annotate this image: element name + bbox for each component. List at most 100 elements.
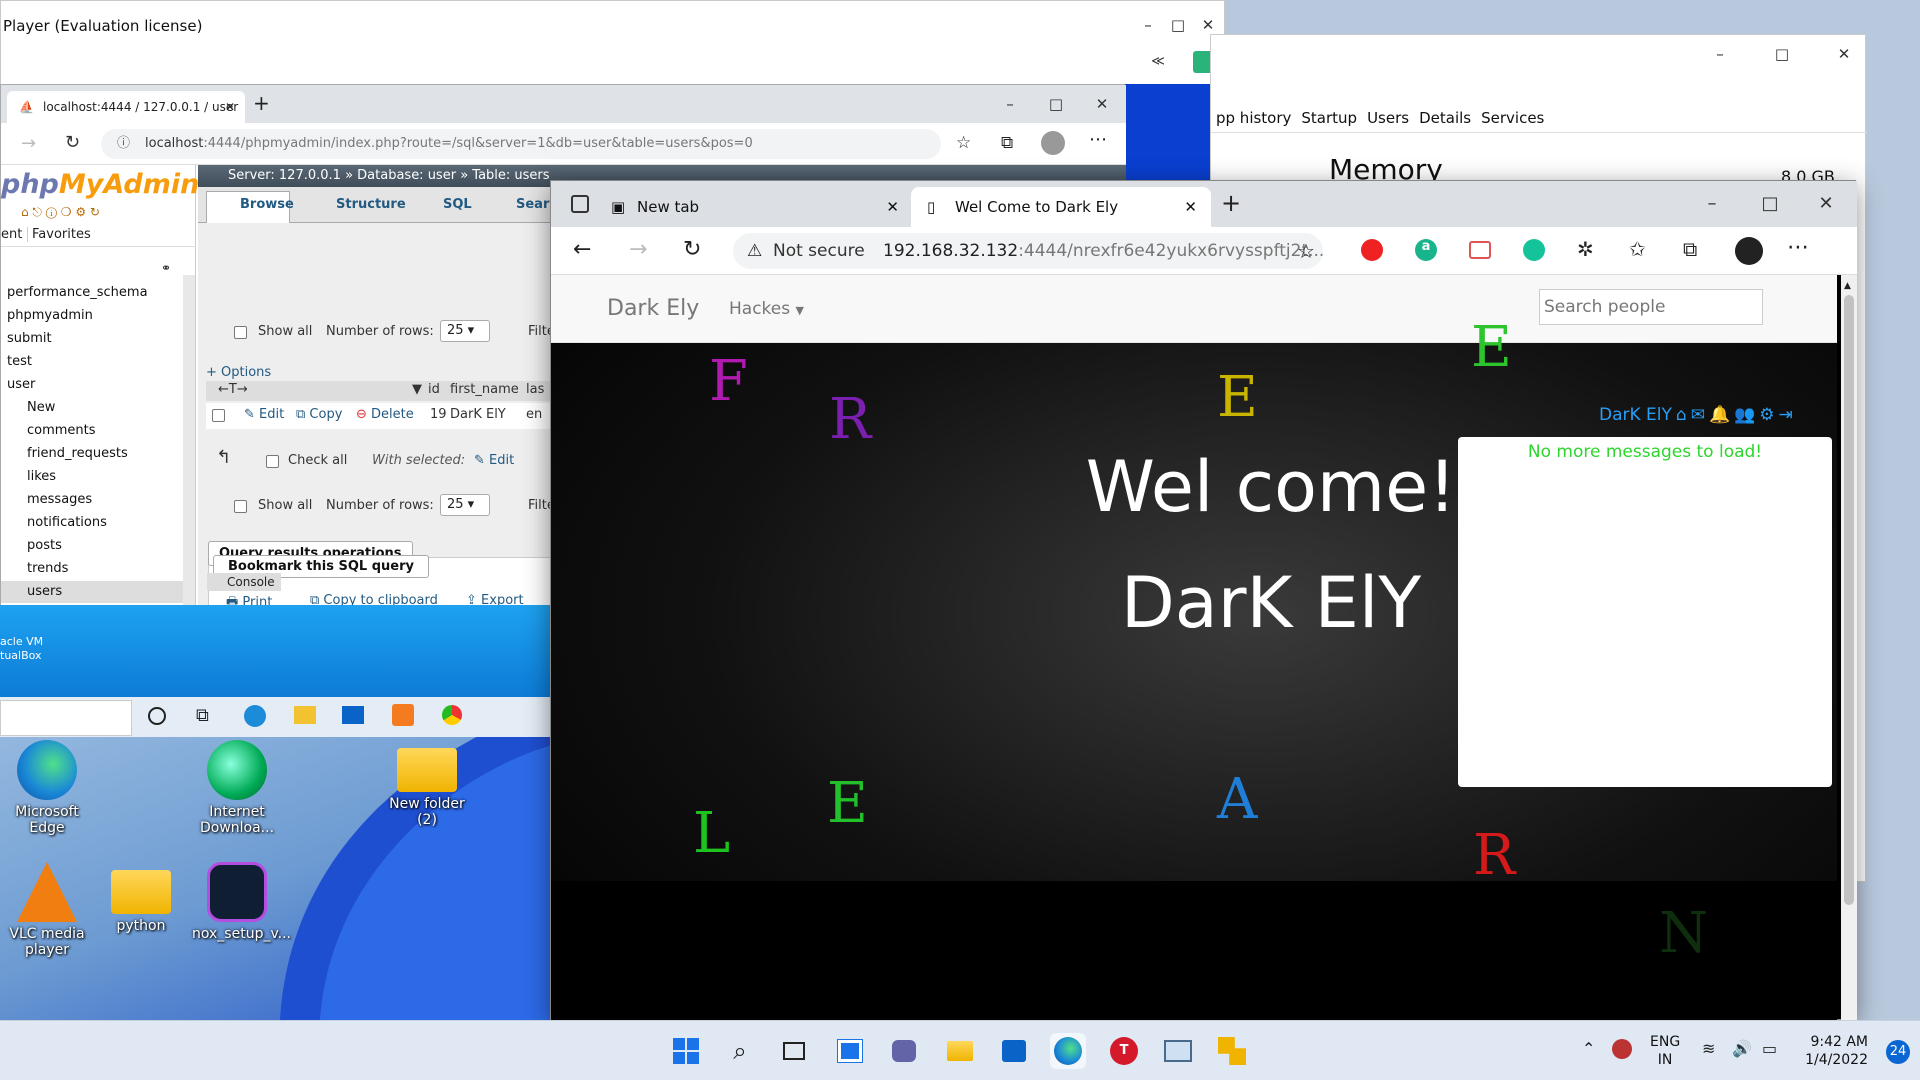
forward-icon[interactable]: → <box>21 133 36 154</box>
maximize-icon[interactable]: □ <box>1771 43 1793 65</box>
opera-ext-icon[interactable] <box>1361 239 1383 261</box>
tab-startup[interactable]: Startup <box>1296 103 1362 133</box>
table-messages[interactable]: messages <box>27 492 92 507</box>
close-icon[interactable]: ✕ <box>1197 14 1219 36</box>
scroll-thumb[interactable] <box>1844 295 1854 905</box>
page-scrollbar[interactable]: ▲ <box>1841 275 1857 1021</box>
table-users[interactable]: users <box>27 584 62 599</box>
close-icon[interactable]: ✕ <box>1833 43 1855 65</box>
maximize-icon[interactable]: □ <box>1759 193 1781 215</box>
minimize-icon[interactable]: – <box>999 93 1021 115</box>
desktop-icon-nox[interactable]: nox_setup_v... <box>192 862 291 942</box>
link-icon[interactable]: ⚭ <box>161 261 171 275</box>
explorer-taskbar-icon[interactable] <box>294 706 316 724</box>
edge-taskbar-icon[interactable] <box>1050 1033 1086 1069</box>
start-button[interactable] <box>668 1033 704 1069</box>
browser-tab-phpmyadmin[interactable]: ⛵ localhost:4444 / 127.0.0.1 / user ✕ <box>7 91 245 123</box>
close-icon[interactable]: ✕ <box>1815 193 1837 215</box>
table-likes[interactable]: likes <box>27 469 56 484</box>
hackes-menu[interactable]: Hackes ▼ <box>729 299 804 319</box>
col-id[interactable]: id <box>428 382 440 397</box>
collapse-icon[interactable]: ≪ <box>1147 51 1169 73</box>
logout-icon[interactable]: ⇥ <box>1779 405 1793 425</box>
mail-taskbar-icon[interactable] <box>342 706 364 724</box>
num-rows-select-2[interactable]: 25 ▾ <box>440 494 490 516</box>
new-tab-icon[interactable]: + <box>253 91 270 115</box>
home-icon[interactable]: ⌂ <box>1676 405 1687 425</box>
desktop-icon-vlc[interactable]: VLC media player <box>2 862 92 958</box>
table-posts[interactable]: posts <box>27 538 62 553</box>
profile-avatar[interactable] <box>1041 131 1065 155</box>
db-user[interactable]: user <box>7 377 35 392</box>
search-icon[interactable]: ⌕ <box>722 1033 758 1069</box>
tab-structure[interactable]: Structure <box>336 197 406 212</box>
chrome-taskbar-icon[interactable] <box>442 705 462 725</box>
task-view-icon[interactable]: ⧉ <box>196 705 209 726</box>
search-people-input[interactable]: Search people <box>1539 289 1763 325</box>
profile-avatar[interactable] <box>1735 237 1763 265</box>
back-icon[interactable]: ← <box>573 237 591 262</box>
table-comments[interactable]: comments <box>27 423 96 438</box>
desktop-icon-folder[interactable]: New folder (2) <box>382 740 472 828</box>
collections-icon[interactable]: ⧉ <box>1001 133 1013 153</box>
store-icon[interactable] <box>996 1033 1032 1069</box>
row-edit-link[interactable]: ✎ Edit <box>244 407 284 422</box>
reload-icon[interactable]: ↻ <box>65 132 80 153</box>
xampp-taskbar-icon[interactable] <box>392 704 414 726</box>
favorite-add-icon[interactable]: ☆ <box>1297 239 1315 263</box>
extensions-icon[interactable]: ✲ <box>1577 237 1594 261</box>
gear-icon[interactable]: ⚙ <box>1759 405 1774 425</box>
close-tab-icon[interactable]: ✕ <box>886 187 899 227</box>
table-trends[interactable]: trends <box>27 561 68 576</box>
teams-chat-icon[interactable] <box>886 1033 922 1069</box>
row-checkbox[interactable] <box>212 409 225 422</box>
more-menu-icon[interactable]: ⋯ <box>1089 129 1107 150</box>
show-all-checkbox[interactable] <box>234 326 247 339</box>
forward-icon[interactable]: → <box>629 237 647 262</box>
reload-icon[interactable]: ↻ <box>683 237 701 262</box>
security-alert-icon[interactable] <box>1612 1039 1632 1059</box>
tab-actions-icon[interactable] <box>571 195 589 213</box>
maximize-icon[interactable]: □ <box>1045 93 1067 115</box>
desktop-icon-python[interactable]: python <box>96 862 186 934</box>
minimize-icon[interactable]: – <box>1137 14 1159 36</box>
browser-tab-new[interactable]: ▣ New tab ✕ <box>607 187 907 227</box>
column-resize-icon[interactable]: ←T→ <box>218 382 248 397</box>
tab-browse[interactable]: Browse <box>240 197 294 212</box>
t-app-icon[interactable]: T <box>1106 1033 1142 1069</box>
task-view-icon[interactable] <box>776 1033 812 1069</box>
scroll-up-icon[interactable]: ▲ <box>1844 281 1851 291</box>
monitor-app-icon[interactable] <box>1160 1033 1196 1069</box>
username-link[interactable]: DarK ElY <box>1599 405 1672 425</box>
db-phpmyadmin[interactable]: phpmyadmin <box>7 308 93 323</box>
breadcrumb-server[interactable]: Server: 127.0.0.1 <box>228 168 341 183</box>
breadcrumb-table[interactable]: Table: users <box>472 168 549 183</box>
bell-icon[interactable]: 🔔 <box>1709 405 1730 425</box>
collections-icon[interactable]: ⧉ <box>1683 237 1697 261</box>
pma-home-icons[interactable]: ⌂ ⎋ ⓘ ❍ ⚙ ↻ <box>21 205 100 220</box>
site-brand[interactable]: Dark Ely <box>607 296 699 321</box>
options-link[interactable]: + Options <box>206 365 271 380</box>
table-friend-requests[interactable]: friend_requests <box>27 446 128 461</box>
minimize-icon[interactable]: – <box>1709 43 1731 65</box>
grammarly-ext-icon[interactable] <box>1523 239 1545 261</box>
show-all-checkbox-2[interactable] <box>234 500 247 513</box>
grammar-ext-icon[interactable]: a <box>1415 239 1437 261</box>
clock[interactable]: 9:42 AM 1/4/2022 <box>1805 1033 1868 1069</box>
maximize-icon[interactable]: □ <box>1167 14 1189 36</box>
desktop-icon-edge[interactable]: Microsoft Edge <box>2 740 92 836</box>
bulk-edit-link[interactable]: ✎ Edit <box>474 453 514 468</box>
file-explorer-icon[interactable] <box>942 1033 978 1069</box>
tab-services[interactable]: Services <box>1476 103 1549 133</box>
db-submit[interactable]: submit <box>7 331 52 346</box>
db-performance-schema[interactable]: performance_schema <box>7 285 148 300</box>
table-new[interactable]: New <box>27 400 55 415</box>
close-icon[interactable]: ✕ <box>1091 93 1113 115</box>
col-first-name[interactable]: first_name <box>450 382 519 397</box>
num-rows-select[interactable]: 25 ▾ <box>440 320 490 342</box>
sort-icon[interactable]: ▼ <box>412 382 422 397</box>
vm-search-box[interactable] <box>0 700 132 736</box>
console-button[interactable]: Console <box>207 573 281 591</box>
url-field[interactable]: ⓘ localhost:4444/phpmyadmin/index.php?ro… <box>101 129 941 159</box>
sidebar-scrollbar[interactable] <box>183 275 195 610</box>
